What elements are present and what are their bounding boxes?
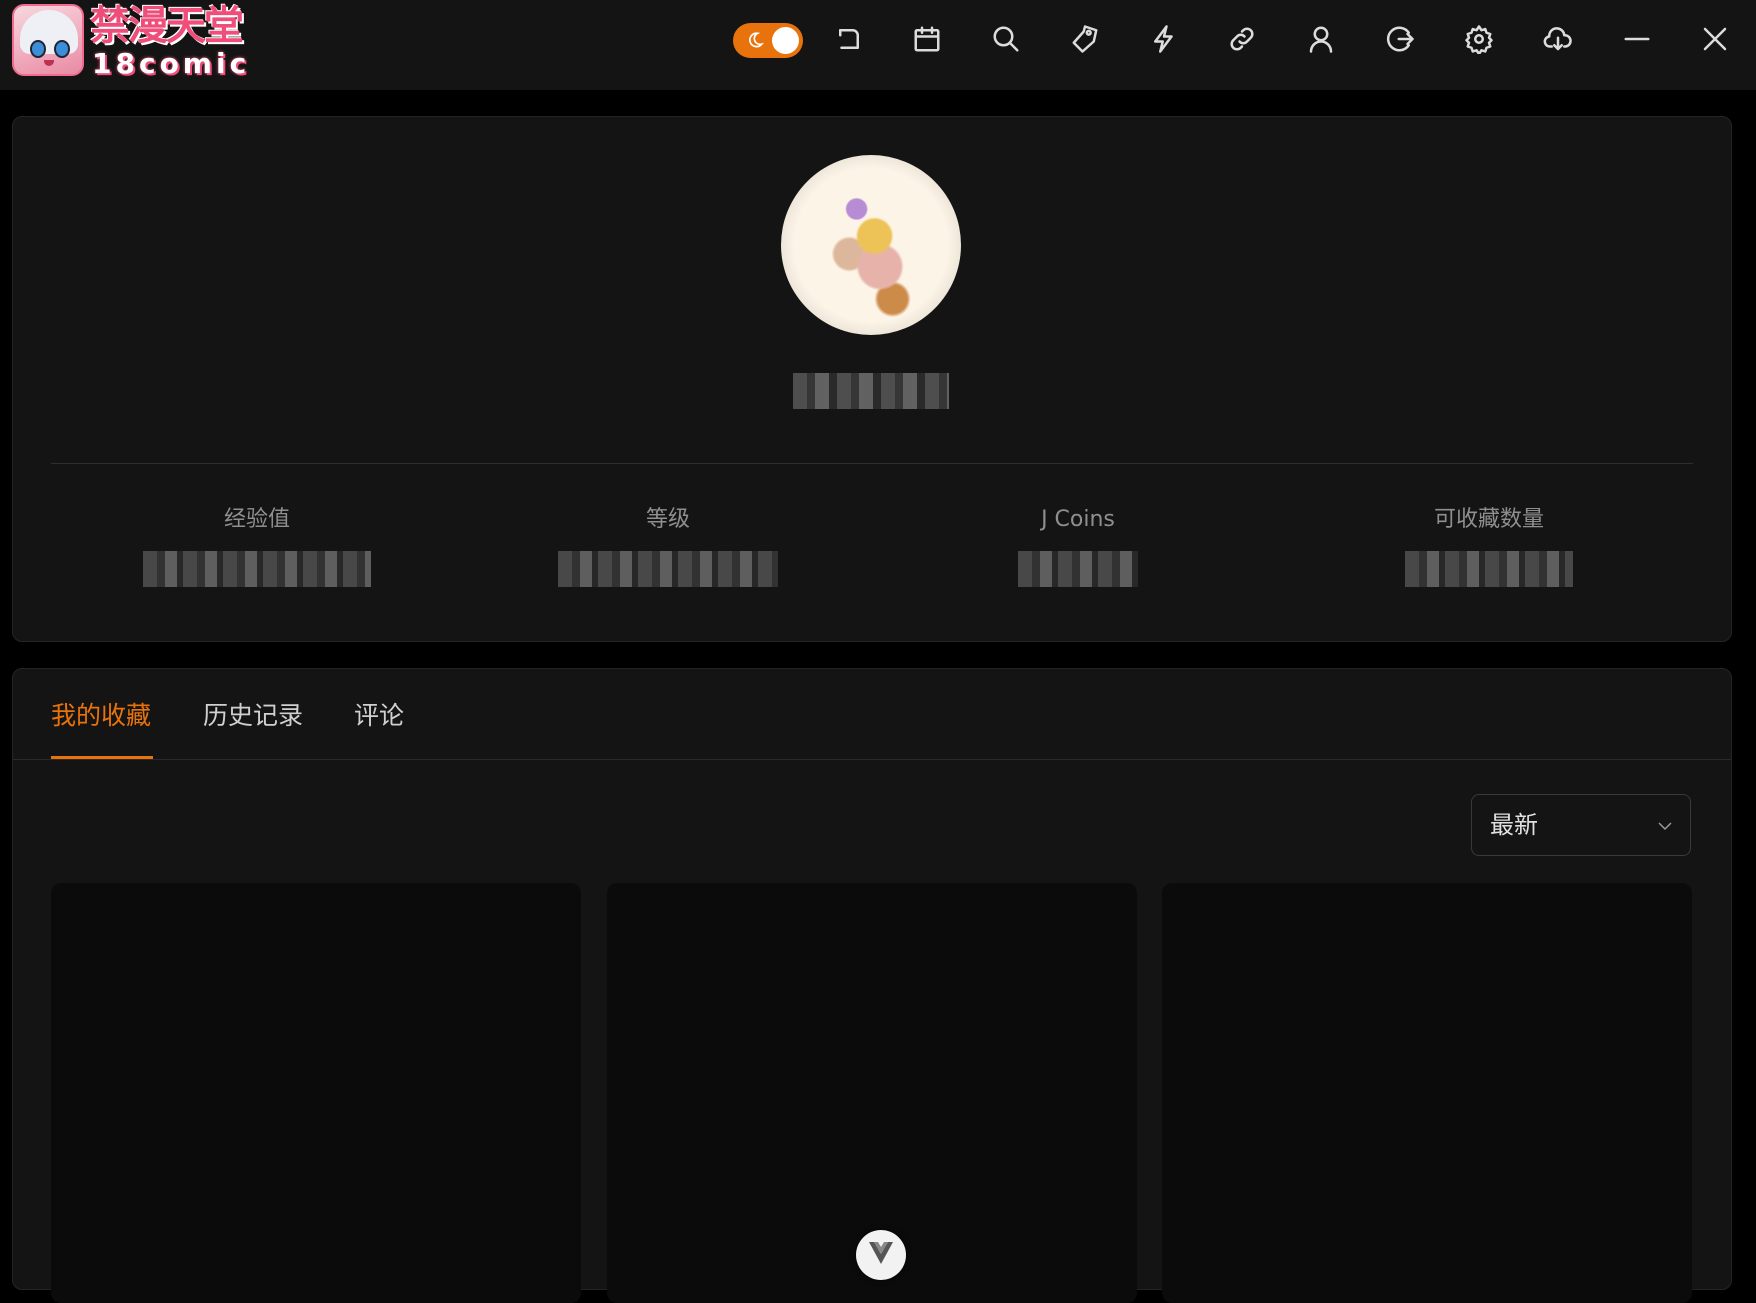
stat-label: 可收藏数量 <box>1433 507 1544 532</box>
vue-devtools-button[interactable] <box>856 1230 906 1280</box>
app-logo: 禁漫天堂 18comic <box>12 4 252 80</box>
chevron-down-icon <box>1656 817 1674 835</box>
link-icon[interactable] <box>1227 24 1257 54</box>
comic-card[interactable] <box>1162 883 1692 1303</box>
tab-comments[interactable]: 评论 <box>354 699 404 733</box>
lightning-icon[interactable] <box>1149 24 1179 54</box>
content-card: 我的收藏 历史记录 评论 最新 <box>12 668 1732 1303</box>
tab-history[interactable]: 历史记录 <box>203 699 303 733</box>
stat-experience: 经验值 <box>137 505 377 587</box>
search-icon[interactable] <box>991 24 1021 54</box>
stat-label: 等级 <box>645 507 690 532</box>
tab-favorites[interactable]: 我的收藏 <box>51 699 151 733</box>
sort-select[interactable]: 最新 <box>1471 794 1691 856</box>
settings-icon[interactable] <box>1464 24 1494 56</box>
logo-mascot <box>12 4 84 76</box>
logo-title: 禁漫天堂 <box>90 3 244 49</box>
moon-icon <box>749 32 764 48</box>
stat-value-redacted <box>143 551 371 587</box>
stat-favorite-capacity: 可收藏数量 <box>1369 505 1609 587</box>
sort-selected-value: 最新 <box>1490 811 1538 839</box>
active-tab-indicator <box>51 756 153 759</box>
stat-label: 经验值 <box>223 507 290 532</box>
stat-value-redacted <box>1405 551 1573 587</box>
minimize-icon[interactable] <box>1622 24 1652 54</box>
logout-icon[interactable] <box>1385 24 1415 54</box>
toggle-knob <box>772 27 799 54</box>
stat-level: 等级 <box>548 505 788 587</box>
close-icon[interactable] <box>1700 24 1730 54</box>
tag-icon[interactable] <box>1070 24 1100 54</box>
divider <box>51 463 1693 464</box>
tab-bar: 我的收藏 历史记录 评论 <box>13 669 1731 760</box>
profile-card: 经验值 等级 J Coins 可收藏数量 <box>12 116 1732 642</box>
calendar-icon[interactable] <box>912 24 942 54</box>
theme-toggle[interactable] <box>733 23 803 58</box>
username-redacted <box>793 373 949 409</box>
cloud-download-icon[interactable] <box>1543 24 1573 54</box>
title-bar: 禁漫天堂 18comic <box>0 0 1756 90</box>
stat-value-redacted <box>1018 551 1138 587</box>
vue-logo-icon <box>869 1242 893 1264</box>
stat-label: J Coins <box>1041 507 1115 532</box>
stat-value-redacted <box>558 551 778 587</box>
user-icon[interactable] <box>1306 24 1336 54</box>
back-icon[interactable] <box>834 24 864 54</box>
logo-subtitle: 18comic <box>92 47 251 80</box>
comic-card[interactable] <box>51 883 581 1303</box>
avatar[interactable] <box>781 155 961 335</box>
stat-jcoins: J Coins <box>958 505 1198 587</box>
